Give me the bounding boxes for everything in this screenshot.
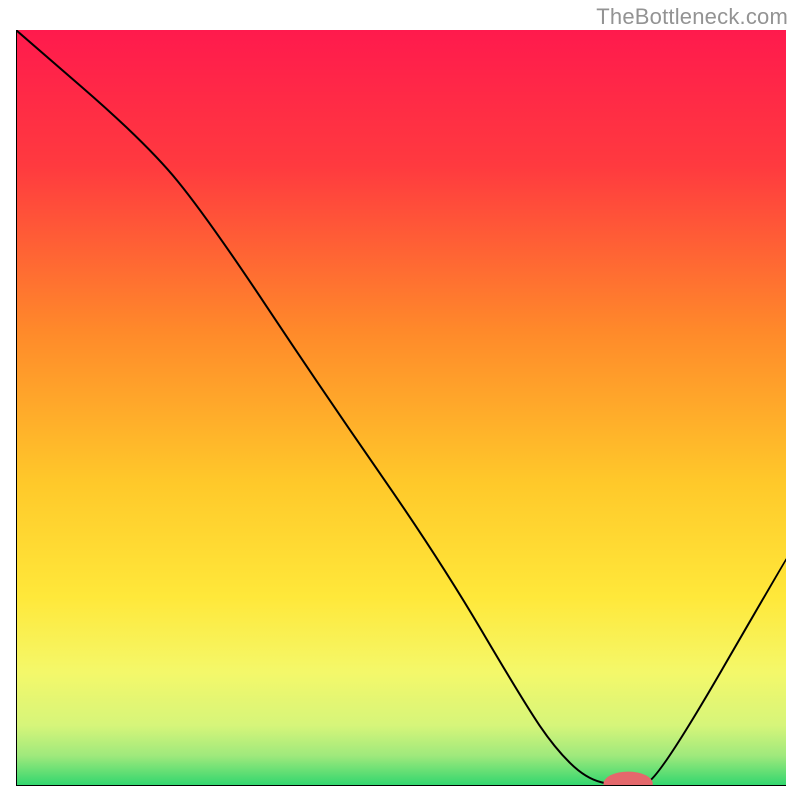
gradient-bg: [16, 30, 786, 786]
target-marker: [604, 772, 653, 796]
chart-container: TheBottleneck.com: [0, 0, 800, 800]
chart-svg: [0, 0, 800, 800]
plot-area: [16, 30, 786, 796]
